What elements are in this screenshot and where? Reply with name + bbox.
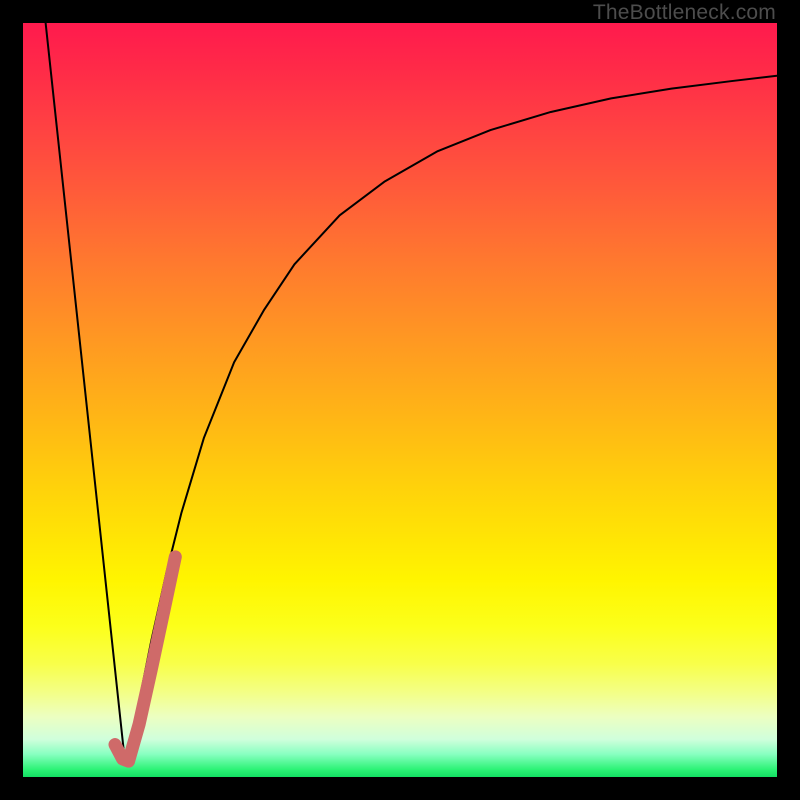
series-group xyxy=(46,23,777,761)
plot-area xyxy=(23,23,777,777)
series-marker xyxy=(115,557,175,761)
chart-frame: TheBottleneck.com xyxy=(0,0,800,800)
curve-layer xyxy=(23,23,777,777)
watermark-text: TheBottleneck.com xyxy=(593,1,776,25)
series-descent xyxy=(46,23,125,760)
series-ascent xyxy=(127,76,777,761)
